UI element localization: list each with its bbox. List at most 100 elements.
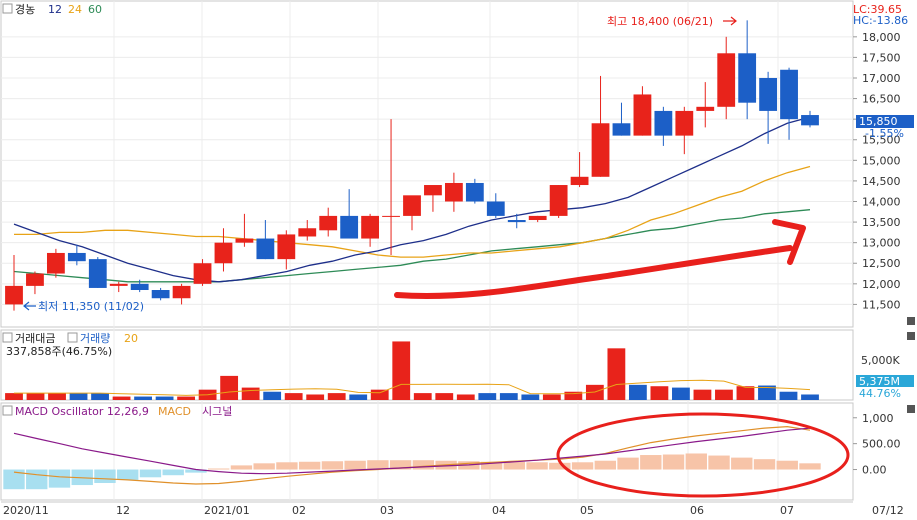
candle-body [570, 176, 589, 186]
volume-bar [241, 387, 260, 400]
candle-body [486, 201, 505, 216]
volume-close-icon[interactable] [907, 332, 915, 340]
volume-qty-title: 거래량 [80, 332, 110, 345]
volume-bar [177, 396, 196, 400]
ma24-legend: 24 [68, 3, 82, 16]
price-tick-label: 12,000 [862, 278, 901, 291]
candle-body [591, 123, 610, 177]
candle-body [528, 215, 547, 221]
price-tick-label: 12,500 [862, 257, 901, 270]
current-change: -1.55% [865, 127, 904, 140]
candle-body [717, 53, 736, 107]
volume-legend-checkbox[interactable] [2, 332, 13, 343]
price-legend-title: 경농 [15, 3, 35, 16]
volume-bar [263, 391, 282, 400]
macd-legend-checkbox[interactable] [2, 405, 13, 416]
macd-oscillator-bar [662, 454, 685, 470]
volume-bar [542, 394, 561, 400]
volume-bar [779, 391, 798, 400]
macd-oscillator-bar [321, 461, 344, 470]
x-tick-label: 07 [780, 504, 794, 517]
price-tick-label: 14,000 [862, 195, 901, 208]
candle-body [780, 69, 798, 120]
ma12-legend: 12 [48, 3, 62, 16]
candle-body [235, 238, 254, 243]
signal-line-legend: 시그널 [202, 405, 232, 418]
macd-oscillator-bar [594, 460, 617, 470]
volume-bar [349, 394, 368, 400]
volume-bar [26, 393, 45, 400]
macd-oscillator-bar [207, 468, 230, 470]
volume-bar [672, 387, 690, 400]
volume-bar [370, 389, 389, 400]
macd-oscillator-bar [230, 465, 253, 470]
x-tick-label: 2021/01 [204, 504, 250, 517]
candle-body [67, 252, 86, 262]
macd-oscillator-bar [503, 461, 526, 470]
price-close-icon[interactable] [907, 317, 915, 325]
volume-bar [5, 393, 23, 400]
volume-bar [392, 341, 411, 400]
stock-chart: 경농 12 24 60 LC:39.65 HC:-13.86 최고 18,400… [0, 0, 917, 520]
volume-ma-legend: 20 [124, 332, 138, 345]
volume-bar [478, 393, 497, 400]
macd-oscillator-bar [94, 469, 116, 483]
macd-oscillator-bar [26, 469, 48, 490]
hc-label: HC:-13.86 [853, 14, 908, 27]
macd-close-icon[interactable] [907, 405, 915, 413]
price-tick-label: 11,500 [862, 298, 901, 311]
price-legend-checkbox[interactable] [2, 3, 13, 14]
low-annotation: 최저 11,350 (11/02) [38, 300, 144, 313]
volume-bar [456, 394, 475, 400]
volume-bar [134, 396, 152, 400]
volume-tick: 5,000K [861, 354, 900, 367]
x-tick-label: 04 [492, 504, 506, 517]
x-tick-label: 02 [292, 504, 306, 517]
macd-oscillator-bar [412, 460, 435, 470]
macd-line-legend: MACD [158, 405, 191, 418]
current-volume-pct: 44.76% [859, 387, 901, 400]
macd-oscillator-bar [571, 462, 594, 470]
volume-bar [607, 348, 626, 400]
candle-body [696, 106, 715, 111]
candle-body [507, 220, 526, 223]
volume-bar [628, 384, 647, 400]
volume-bar [155, 396, 174, 400]
price-tick-label: 13,000 [862, 237, 901, 250]
volume-legend-title: 거래대금 [15, 332, 55, 345]
candle-body [256, 238, 275, 260]
candle-body [403, 195, 421, 216]
candle-body [26, 273, 44, 286]
candle-body [319, 215, 338, 231]
price-tick-label: 13,500 [862, 216, 901, 229]
candle-body [214, 242, 233, 264]
volume-bar [693, 389, 712, 400]
volume-bar [306, 394, 325, 400]
candle-body [193, 263, 212, 284]
ma60-legend: 60 [88, 3, 102, 16]
macd-oscillator-bar [298, 461, 321, 470]
high-annotation: 최고 18,400 (06/21) [607, 15, 713, 28]
price-tick-label: 17,500 [862, 51, 901, 64]
candle-body [424, 185, 442, 196]
candle-body [46, 252, 65, 274]
macd-oscillator-bar [753, 459, 776, 470]
candle-body [465, 182, 484, 202]
macd-oscillator-bar [799, 463, 821, 470]
candle-body [361, 215, 380, 239]
candle-body [654, 110, 673, 136]
x-tick-label: 2020/11 [3, 504, 49, 517]
candle-body [633, 94, 652, 136]
volume-qty-checkbox[interactable] [67, 332, 78, 343]
macd-oscillator-bar [685, 453, 707, 470]
candle-body [277, 234, 296, 260]
volume-bar [220, 375, 239, 400]
candle-body [109, 283, 128, 286]
candle-body [759, 77, 778, 111]
price-tick-label: 15,000 [862, 154, 901, 167]
x-tick-label: 03 [380, 504, 394, 517]
macd-oscillator-bar [731, 457, 753, 470]
price-tick-label: 14,500 [862, 175, 901, 188]
volume-info: 337,858주(46.75%) [6, 345, 112, 358]
volume-bar [413, 393, 432, 400]
